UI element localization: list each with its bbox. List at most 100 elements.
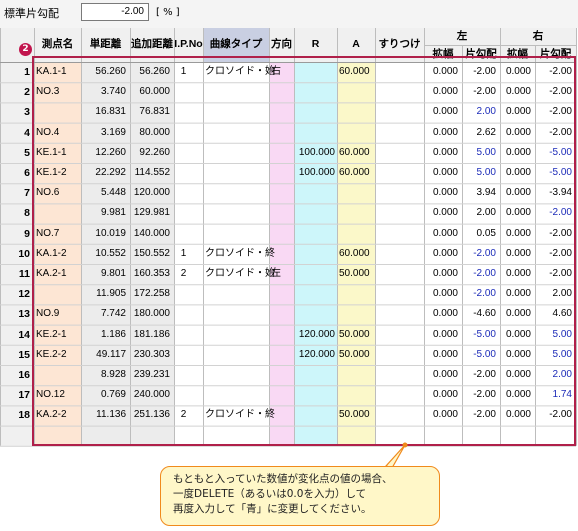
cell-cumulative-distance[interactable]: 240.000 bbox=[130, 389, 170, 401]
cell-left-crossfall[interactable]: -2.00 bbox=[462, 248, 496, 260]
cell-cumulative-distance[interactable]: 172.258 bbox=[130, 288, 170, 300]
cell-clothoid-a[interactable]: 60.000 bbox=[339, 248, 374, 260]
cell-cumulative-distance[interactable]: 114.552 bbox=[130, 167, 170, 179]
cell-right-crossfall[interactable]: 2.00 bbox=[535, 288, 572, 300]
cell-cumulative-distance[interactable]: 60.000 bbox=[130, 86, 170, 98]
cell-right-widening[interactable]: 0.000 bbox=[500, 167, 531, 179]
cell-right-crossfall[interactable]: 5.00 bbox=[535, 349, 572, 361]
cell-single-distance[interactable]: 10.552 bbox=[81, 248, 126, 260]
cell-point-name[interactable]: KE.2-1 bbox=[36, 329, 80, 341]
cell-right-crossfall[interactable]: -2.00 bbox=[535, 106, 572, 118]
standard-crossfall-input[interactable]: -2.00 bbox=[81, 3, 149, 21]
cell-cumulative-distance[interactable]: 150.552 bbox=[130, 248, 170, 260]
cell-single-distance[interactable]: 3.169 bbox=[81, 127, 126, 139]
cell-left-widening[interactable]: 0.000 bbox=[424, 207, 458, 219]
cell-right-widening[interactable]: 0.000 bbox=[500, 248, 531, 260]
cell-point-name[interactable]: NO.3 bbox=[36, 86, 80, 98]
cell-right-widening[interactable]: 0.000 bbox=[500, 66, 531, 78]
cell-point-name[interactable]: KE.1-2 bbox=[36, 167, 80, 179]
cell-right-widening[interactable]: 0.000 bbox=[500, 106, 531, 118]
cell-single-distance[interactable]: 9.801 bbox=[81, 268, 126, 280]
cell-single-distance[interactable]: 49.117 bbox=[81, 349, 126, 361]
cell-left-widening[interactable]: 0.000 bbox=[424, 329, 458, 341]
cell-left-widening[interactable]: 0.000 bbox=[424, 389, 458, 401]
cell-single-distance[interactable]: 0.769 bbox=[81, 389, 126, 401]
cell-curve-type[interactable]: クロソイド・終 bbox=[205, 248, 275, 260]
cell-cumulative-distance[interactable]: 230.303 bbox=[130, 349, 170, 361]
cell-clothoid-a[interactable]: 50.000 bbox=[339, 349, 374, 361]
cell-left-crossfall[interactable]: -5.00 bbox=[462, 349, 496, 361]
cell-point-name[interactable]: NO.9 bbox=[36, 308, 80, 320]
cell-right-crossfall[interactable]: 2.00 bbox=[535, 369, 572, 381]
cell-right-widening[interactable]: 0.000 bbox=[500, 409, 531, 421]
cell-curve-type[interactable]: クロソイド・始 bbox=[205, 268, 275, 280]
cell-left-crossfall[interactable]: -2.00 bbox=[462, 66, 496, 78]
cell-single-distance[interactable]: 16.831 bbox=[81, 106, 126, 118]
cell-ip-no[interactable]: 2 bbox=[174, 268, 193, 280]
cell-single-distance[interactable]: 9.981 bbox=[81, 207, 126, 219]
cell-curve-type[interactable]: クロソイド・終 bbox=[205, 409, 275, 421]
cell-cumulative-distance[interactable]: 76.831 bbox=[130, 106, 170, 118]
cell-direction[interactable]: 左 bbox=[271, 268, 293, 280]
cell-cumulative-distance[interactable]: 129.981 bbox=[130, 207, 170, 219]
cell-direction[interactable]: 右 bbox=[271, 66, 293, 78]
cell-radius[interactable]: 120.000 bbox=[294, 329, 335, 341]
cell-left-widening[interactable]: 0.000 bbox=[424, 167, 458, 179]
cell-left-crossfall[interactable]: 5.00 bbox=[462, 167, 496, 179]
cell-right-crossfall[interactable]: 5.00 bbox=[535, 329, 572, 341]
cell-left-crossfall[interactable]: 2.00 bbox=[462, 207, 496, 219]
cell-left-crossfall[interactable]: -4.60 bbox=[462, 308, 496, 320]
cell-clothoid-a[interactable]: 50.000 bbox=[339, 268, 374, 280]
cell-right-widening[interactable]: 0.000 bbox=[500, 207, 531, 219]
cell-cumulative-distance[interactable]: 251.136 bbox=[130, 409, 170, 421]
cell-left-widening[interactable]: 0.000 bbox=[424, 308, 458, 320]
cell-left-crossfall[interactable]: 2.62 bbox=[462, 127, 496, 139]
cell-right-crossfall[interactable]: 4.60 bbox=[535, 308, 572, 320]
cell-single-distance[interactable]: 56.260 bbox=[81, 66, 126, 78]
cell-left-widening[interactable]: 0.000 bbox=[424, 268, 458, 280]
cell-radius[interactable]: 100.000 bbox=[294, 147, 335, 159]
cell-right-crossfall[interactable]: -5.00 bbox=[535, 147, 572, 159]
cell-cumulative-distance[interactable]: 140.000 bbox=[130, 228, 170, 240]
cell-left-crossfall[interactable]: -2.00 bbox=[462, 288, 496, 300]
cell-ip-no[interactable]: 1 bbox=[174, 66, 193, 78]
cell-right-crossfall[interactable]: -2.00 bbox=[535, 409, 572, 421]
cell-left-widening[interactable]: 0.000 bbox=[424, 248, 458, 260]
cell-single-distance[interactable]: 1.186 bbox=[81, 329, 126, 341]
cell-single-distance[interactable]: 5.448 bbox=[81, 187, 126, 199]
cell-left-widening[interactable]: 0.000 bbox=[424, 288, 458, 300]
cell-clothoid-a[interactable]: 50.000 bbox=[339, 409, 374, 421]
cell-cumulative-distance[interactable]: 180.000 bbox=[130, 308, 170, 320]
cell-point-name[interactable]: NO.12 bbox=[36, 389, 80, 401]
cell-right-crossfall[interactable]: -2.00 bbox=[535, 248, 572, 260]
cell-left-widening[interactable]: 0.000 bbox=[424, 86, 458, 98]
cell-left-crossfall[interactable]: 3.94 bbox=[462, 187, 496, 199]
cell-cumulative-distance[interactable]: 120.000 bbox=[130, 187, 170, 199]
cell-left-widening[interactable]: 0.000 bbox=[424, 66, 458, 78]
cell-point-name[interactable]: NO.7 bbox=[36, 228, 80, 240]
cell-point-name[interactable]: NO.6 bbox=[36, 187, 80, 199]
cell-left-crossfall[interactable]: 2.00 bbox=[462, 106, 496, 118]
cell-curve-type[interactable]: クロソイド・始 bbox=[205, 66, 275, 78]
cell-cumulative-distance[interactable]: 181.186 bbox=[130, 329, 170, 341]
cell-left-crossfall[interactable]: -2.00 bbox=[462, 409, 496, 421]
cell-left-crossfall[interactable]: -2.00 bbox=[462, 86, 496, 98]
cell-radius[interactable]: 120.000 bbox=[294, 349, 335, 361]
cell-point-name[interactable]: KA.2-2 bbox=[36, 409, 80, 421]
cell-single-distance[interactable]: 22.292 bbox=[81, 167, 126, 179]
cell-clothoid-a[interactable]: 60.000 bbox=[339, 147, 374, 159]
cell-right-widening[interactable]: 0.000 bbox=[500, 288, 531, 300]
cell-right-crossfall[interactable]: -3.94 bbox=[535, 187, 572, 199]
cell-right-widening[interactable]: 0.000 bbox=[500, 187, 531, 199]
cell-right-widening[interactable]: 0.000 bbox=[500, 147, 531, 159]
cell-right-widening[interactable]: 0.000 bbox=[500, 268, 531, 280]
cell-right-crossfall[interactable]: -2.00 bbox=[535, 66, 572, 78]
cell-right-crossfall[interactable]: -5.00 bbox=[535, 167, 572, 179]
cell-left-widening[interactable]: 0.000 bbox=[424, 409, 458, 421]
cell-left-crossfall[interactable]: -2.00 bbox=[462, 369, 496, 381]
cell-right-crossfall[interactable]: 1.74 bbox=[535, 389, 572, 401]
cell-left-crossfall[interactable]: -5.00 bbox=[462, 329, 496, 341]
cell-left-widening[interactable]: 0.000 bbox=[424, 228, 458, 240]
cell-right-widening[interactable]: 0.000 bbox=[500, 389, 531, 401]
cell-single-distance[interactable]: 7.742 bbox=[81, 308, 126, 320]
